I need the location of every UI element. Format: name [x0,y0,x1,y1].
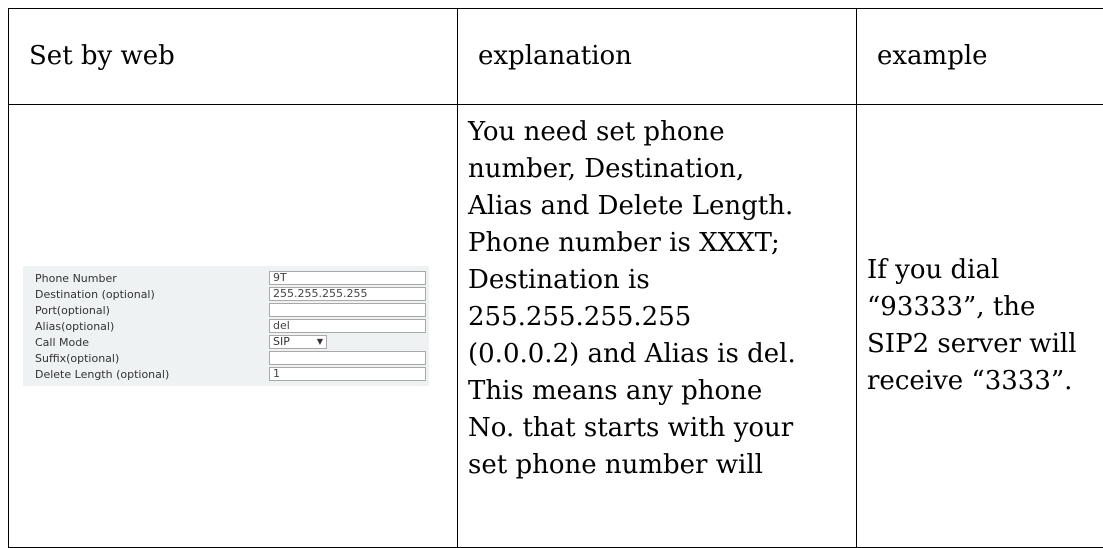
explanation-line: number, Destination, [468,151,850,188]
destination-input[interactable]: 255.255.255.255 [269,287,426,301]
suffix-input[interactable] [269,351,426,365]
phone-number-input[interactable]: 9T [269,271,426,285]
delete-length-label: Delete Length (optional) [35,356,269,393]
explanation-line: (0.0.0.2) and Alias is del. [468,336,850,373]
example-line: SIP2 server will [867,326,1103,363]
example-cell: If you dial “93333”, the SIP2 server wil… [857,105,1103,548]
explanation-line: Destination is [468,262,850,299]
header-set-by-web: Set by web [9,9,458,105]
form-screenshot-cell: Phone Number 9T Destination (optional) 2… [9,105,458,548]
explanation-line: set phone number will [468,447,850,484]
explanation-line: This means any phone [468,373,850,410]
settings-table: Set by web explanation example Phone Num… [8,8,1103,548]
explanation-line: Phone number is XXXT; [468,225,850,262]
example-line: If you dial [867,252,1103,289]
explanation-line: No. that starts with your [468,410,850,447]
alias-input[interactable]: del [269,319,426,333]
explanation-line: Alias and Delete Length. [468,188,850,225]
header-row: Set by web explanation example [9,9,1103,105]
web-settings-form: Phone Number 9T Destination (optional) 2… [23,266,429,386]
call-mode-select[interactable]: SIP ▼ [269,335,327,349]
header-explanation: explanation [458,9,857,105]
delete-length-input[interactable]: 1 [269,367,426,381]
port-input[interactable] [269,303,426,317]
call-mode-value: SIP [273,336,290,348]
explanation-line: You need set phone [468,114,850,151]
explanation-line: 255.255.255.255 [468,299,850,336]
chevron-down-icon: ▼ [317,336,323,348]
example-line: “93333”, the [867,289,1103,326]
explanation-cell: You need set phone number, Destination, … [458,105,857,548]
body-row: Phone Number 9T Destination (optional) 2… [9,105,1103,548]
form-row-delete-length: Delete Length (optional) 1 [23,366,429,382]
example-line: receive “3333”. [867,363,1103,400]
header-example: example [857,9,1103,105]
